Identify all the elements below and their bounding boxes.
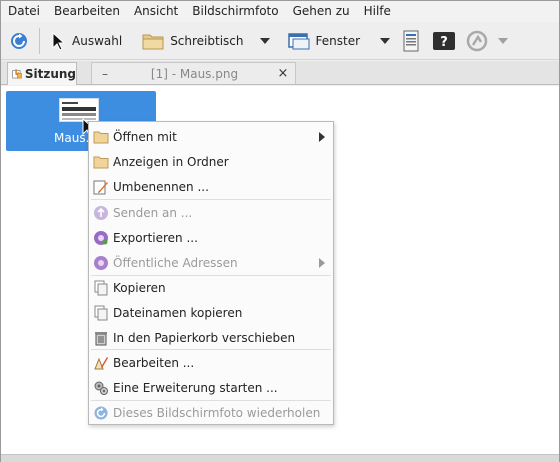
menu-item-anzeigen-in-ordner[interactable]: Anzeigen in Ordner — [89, 149, 333, 174]
copy-icon — [93, 280, 109, 296]
menu-datei[interactable]: Datei — [1, 1, 47, 22]
tooltip-capture-icon: ? — [433, 31, 456, 50]
status-bar — [1, 454, 559, 462]
menu-bildschirmfoto[interactable]: Bildschirmfoto — [185, 1, 285, 22]
fenster-dropdown-icon[interactable] — [380, 37, 391, 44]
menu-bearbeiten[interactable]: Bearbeiten — [47, 1, 127, 22]
web-capture-button[interactable] — [462, 26, 492, 56]
menu-item-label: Umbenennen ... — [113, 179, 209, 194]
trash-icon — [93, 330, 109, 346]
menu-item-label: Öffnen mit — [113, 129, 177, 144]
menu-item-dateinamen-kopieren[interactable]: Dateinamen kopieren — [89, 300, 333, 325]
schreibtisch-dropdown-icon[interactable] — [259, 37, 270, 44]
copy-icon — [93, 305, 109, 321]
auswahl-button[interactable]: Auswahl — [46, 26, 126, 56]
menu-item-umbenennen[interactable]: Umbenennen ... — [89, 174, 333, 199]
menu-item-exportieren[interactable]: Exportieren ... — [89, 225, 333, 250]
tab-sitzung[interactable]: Sitzung — [7, 62, 77, 85]
menu-item-label: Senden an ... — [113, 205, 193, 220]
menu-item-oeffnen-mit[interactable]: Öffnen mit — [89, 124, 333, 149]
menu-item-bearbeiten[interactable]: Bearbeiten ... — [89, 350, 333, 375]
submenu-arrow-icon — [319, 258, 325, 268]
menu-item-erweiterung[interactable]: Eine Erweiterung starten ... — [89, 375, 333, 400]
schreibtisch-label: Schreibtisch — [170, 33, 244, 48]
menu-item-label: Eine Erweiterung starten ... — [113, 380, 278, 395]
close-icon[interactable]: × — [271, 66, 295, 81]
tab-minimize[interactable]: – — [92, 67, 118, 81]
tab-file-label: [1] - Maus.png — [150, 66, 239, 81]
refresh-icon — [11, 32, 27, 49]
folder-icon — [142, 34, 164, 49]
menu-item-label: Bearbeiten ... — [113, 355, 195, 370]
menu-item-label: Öffentliche Adressen — [113, 255, 238, 270]
auswahl-label: Auswahl — [72, 33, 123, 48]
menu-item-label: Anzeigen in Ordner — [113, 154, 229, 169]
menu-item-label: Dateinamen kopieren — [113, 305, 243, 320]
context-menu: Öffnen mit Anzeigen in Ordner Umbenennen… — [88, 121, 334, 425]
fenster-button[interactable]: Fenster — [284, 26, 365, 56]
session-icon — [12, 69, 22, 79]
plugin-icon — [93, 380, 109, 396]
schreibtisch-button[interactable]: Schreibtisch — [138, 26, 247, 56]
edit-icon — [93, 355, 109, 371]
menu-item-label: Kopieren — [113, 280, 166, 295]
svg-text:?: ? — [440, 35, 448, 50]
menu-item-wiederholen[interactable]: Dieses Bildschirmfoto wiederholen — [89, 400, 333, 425]
tab-sitzung-label: Sitzung — [24, 67, 76, 81]
menu-item-label: In den Papierkorb verschieben — [113, 330, 296, 345]
web-capture-icon — [466, 30, 488, 51]
menu-hilfe[interactable]: Hilfe — [357, 1, 398, 22]
web-capture-dropdown-icon[interactable] — [498, 37, 509, 44]
menu-item-label: Dieses Bildschirmfoto wiederholen — [113, 405, 321, 420]
menubar: Datei Bearbeiten Ansicht Bildschirmfoto … — [1, 1, 559, 22]
menu-item-kopieren[interactable]: Kopieren — [89, 275, 333, 300]
menu-item-papierkorb[interactable]: In den Papierkorb verschieben — [89, 325, 333, 350]
menu-item-oeffentliche-adressen[interactable]: Öffentliche Adressen — [89, 250, 333, 275]
folder-icon — [93, 129, 109, 145]
toolbar: Auswahl Schreibtisch Fenster ? — [1, 22, 559, 60]
refresh-button[interactable] — [5, 26, 33, 56]
submenu-arrow-icon — [319, 132, 325, 142]
export-icon — [93, 230, 109, 246]
upload-icon — [93, 205, 109, 221]
fenster-label: Fenster — [315, 33, 361, 48]
menu-capture-button[interactable] — [398, 26, 424, 56]
folder-icon — [93, 154, 109, 170]
menu-item-label: Exportieren ... — [113, 230, 198, 245]
menu-gehen-zu[interactable]: Gehen zu — [286, 1, 357, 22]
menu-item-senden-an[interactable]: Senden an ... — [89, 200, 333, 225]
tooltip-capture-button[interactable]: ? — [428, 26, 460, 56]
export-icon — [93, 255, 109, 271]
menu-capture-icon — [403, 30, 419, 51]
rename-icon — [93, 179, 109, 195]
tab-bar: Sitzung – [1] - Maus.png × — [1, 61, 559, 85]
redo-icon — [93, 405, 109, 421]
toolbar-separator — [39, 27, 40, 54]
shutter-window: Datei Bearbeiten Ansicht Bildschirmfoto … — [0, 0, 560, 462]
window-icon — [287, 32, 310, 49]
cursor-icon — [52, 31, 66, 51]
tab-maus-png[interactable]: – [1] - Maus.png × — [91, 62, 296, 84]
menu-ansicht[interactable]: Ansicht — [127, 1, 185, 22]
